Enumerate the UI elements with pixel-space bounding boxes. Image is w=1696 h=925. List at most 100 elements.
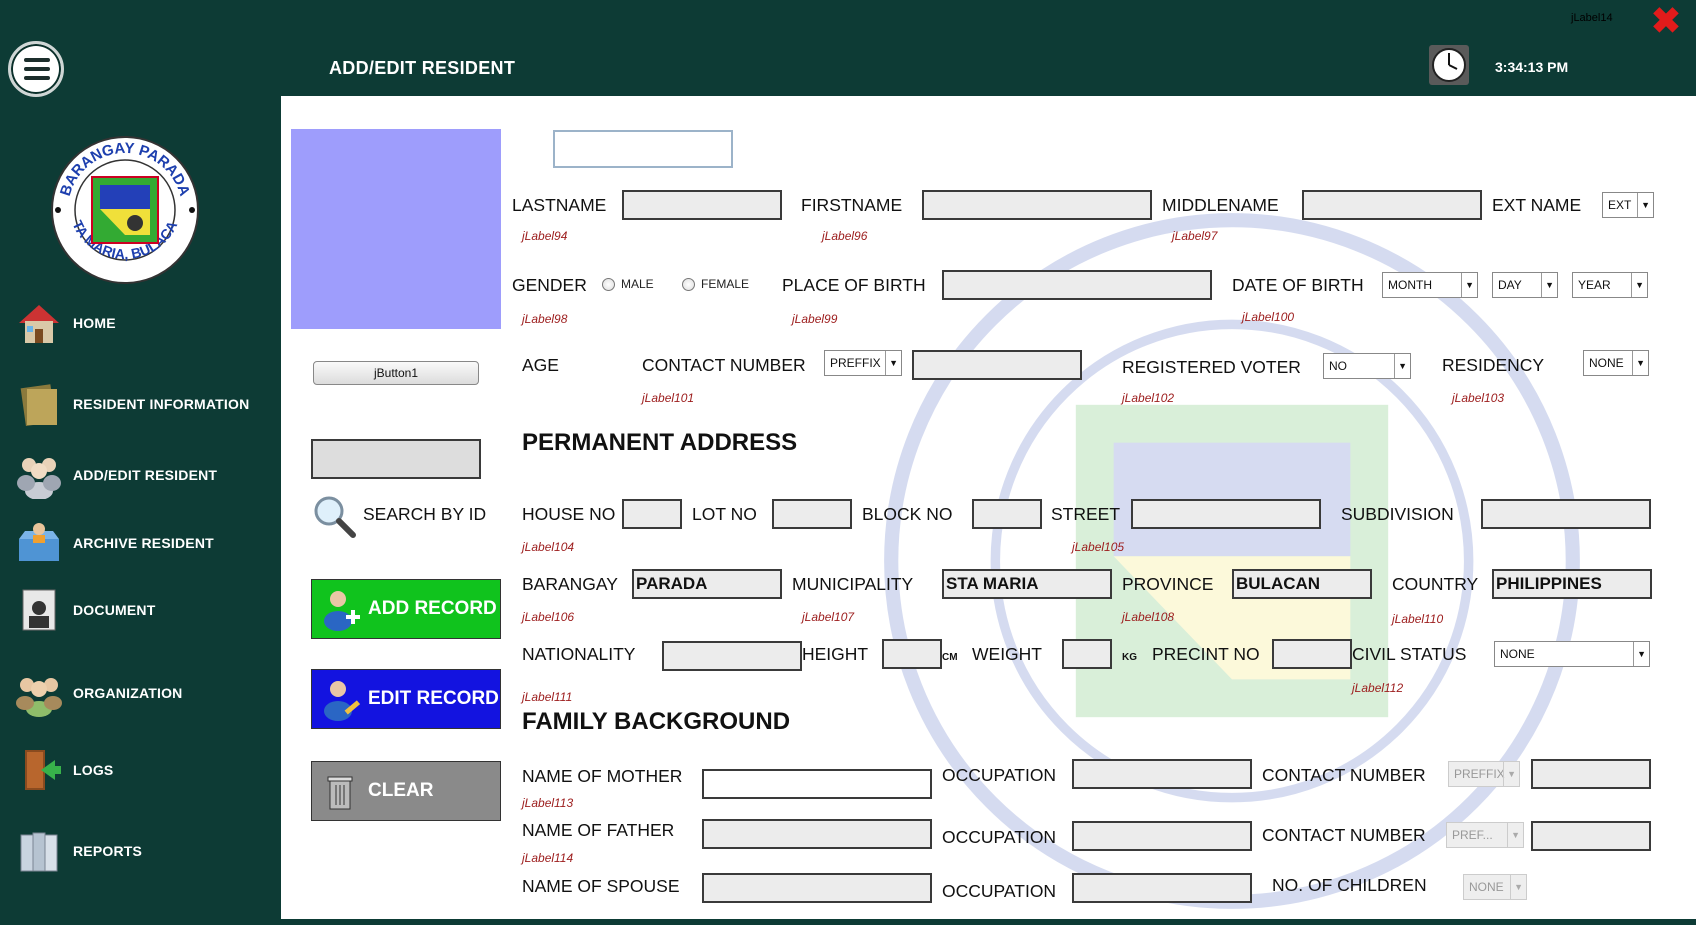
mother-contact-field[interactable]: [1531, 759, 1651, 789]
watermark-logo: [884, 213, 1580, 909]
jlabel108: jLabel108: [1122, 610, 1175, 624]
date-of-birth-label: DATE OF BIRTH: [1232, 275, 1364, 295]
document-icon: [22, 589, 56, 631]
female-radio[interactable]: FEMALE: [682, 277, 749, 291]
kg-unit: KG: [1122, 652, 1137, 663]
jlabel106: jLabel106: [522, 610, 575, 624]
firstname-label: FIRSTNAME: [801, 195, 903, 215]
resident-id-field[interactable]: [553, 130, 733, 168]
spouse-occupation-field[interactable]: [1072, 873, 1252, 903]
nav-add-edit-resident[interactable]: ADD/EDIT RESIDENT: [15, 451, 217, 499]
height-field[interactable]: [882, 639, 942, 669]
province-field[interactable]: BULACAN: [1232, 569, 1372, 599]
spouse-name-label: NAME OF SPOUSE: [522, 876, 680, 896]
search-icon[interactable]: [311, 493, 357, 539]
contact-prefix-select[interactable]: PREFFIX: [824, 350, 902, 376]
contact-number-field[interactable]: [912, 350, 1082, 380]
father-occupation-field[interactable]: [1072, 821, 1252, 851]
nav-label: REPORTS: [73, 843, 143, 859]
jlabel97: jLabel97: [1172, 229, 1218, 243]
mother-occupation-field[interactable]: [1072, 759, 1252, 789]
house-no-field[interactable]: [622, 499, 682, 529]
year-select[interactable]: YEAR: [1572, 272, 1648, 298]
country-field[interactable]: PHILIPPINES: [1492, 569, 1652, 599]
jlabel94: jLabel94: [522, 229, 568, 243]
resident-photo[interactable]: [291, 129, 501, 329]
jlabel102: jLabel102: [1122, 391, 1175, 405]
residency-select[interactable]: NONE: [1583, 350, 1649, 376]
lastname-label: LASTNAME: [512, 195, 607, 215]
ext-name-select[interactable]: EXT: [1602, 192, 1654, 218]
precint-no-field[interactable]: [1272, 639, 1352, 669]
father-prefix-select[interactable]: PREF...: [1446, 822, 1524, 848]
nav-label: ADD/EDIT RESIDENT: [73, 467, 218, 483]
country-label: COUNTRY: [1392, 574, 1479, 594]
block-no-label: BLOCK NO: [862, 504, 953, 524]
home-icon: [19, 305, 59, 343]
mother-prefix-select[interactable]: PREFFIX: [1448, 761, 1520, 787]
civil-status-label: CIVIL STATUS: [1352, 644, 1467, 664]
add-record-button[interactable]: ADD RECORD: [311, 579, 501, 639]
barangay-field[interactable]: PARADA: [632, 569, 782, 599]
no-of-children-select[interactable]: NONE: [1463, 874, 1527, 900]
nav-label: LOGS: [73, 762, 114, 778]
nav-resident-information[interactable]: RESIDENT INFORMATION: [15, 380, 249, 428]
firstname-field[interactable]: [922, 190, 1152, 220]
subdivision-field[interactable]: [1481, 499, 1651, 529]
clear-label: CLEAR: [368, 780, 434, 801]
lot-no-field[interactable]: [772, 499, 852, 529]
day-select[interactable]: DAY: [1492, 272, 1558, 298]
female-label: FEMALE: [701, 277, 750, 291]
civil-status-select[interactable]: NONE: [1494, 641, 1650, 667]
street-field[interactable]: [1131, 499, 1321, 529]
books-icon: [20, 832, 58, 872]
jlabel101: jLabel101: [642, 391, 695, 405]
barangay-logo: BARANGAY PARADA STA MARIA, BULACAN: [50, 135, 199, 284]
nav-archive-resident[interactable]: ARCHIVE RESIDENT: [15, 519, 214, 567]
middlename-field[interactable]: [1302, 190, 1482, 220]
nav-organization[interactable]: ORGANIZATION: [15, 669, 182, 717]
search-id-field[interactable]: [311, 439, 481, 479]
place-of-birth-field[interactable]: [942, 270, 1212, 300]
main-panel: jButton1 SEARCH BY ID ADD RECORD EDIT RE…: [281, 96, 1696, 919]
nav-label: HOME: [73, 315, 116, 331]
nav-home[interactable]: HOME: [15, 299, 116, 347]
radio-circle: [602, 277, 615, 291]
nav-label: ORGANIZATION: [73, 685, 183, 701]
lastname-field[interactable]: [622, 190, 782, 220]
users-icon: [17, 458, 61, 499]
nav-reports[interactable]: REPORTS: [15, 827, 142, 875]
mother-occupation-label: OCCUPATION: [942, 765, 1057, 785]
spouse-name-field[interactable]: [702, 873, 932, 903]
residency-label: RESIDENCY: [1442, 355, 1545, 375]
nav-document[interactable]: DOCUMENT: [15, 586, 155, 634]
jlabel98: jLabel98: [522, 312, 568, 326]
close-icon[interactable]: ✖: [1650, 3, 1682, 39]
block-no-field[interactable]: [972, 499, 1042, 529]
father-contact-field[interactable]: [1531, 821, 1651, 851]
nationality-field[interactable]: [662, 641, 802, 671]
height-label: HEIGHT: [802, 644, 869, 664]
edit-record-button[interactable]: EDIT RECORD: [311, 669, 501, 729]
municipality-field[interactable]: STA MARIA: [942, 569, 1112, 599]
municipality-label: MUNICIPALITY: [792, 574, 914, 594]
male-radio[interactable]: MALE: [602, 277, 654, 291]
nationality-label: NATIONALITY: [522, 644, 636, 664]
father-name-field[interactable]: [702, 819, 932, 849]
mother-name-field[interactable]: [702, 769, 932, 799]
jlabel110: jLabel110: [1392, 612, 1444, 626]
cm-unit: CM: [942, 652, 958, 663]
place-of-birth-label: PLACE OF BIRTH: [782, 275, 926, 295]
add-user-icon: [324, 591, 360, 631]
photo-button[interactable]: jButton1: [313, 361, 479, 385]
nav-label: ARCHIVE RESIDENT: [73, 535, 214, 551]
clear-button[interactable]: CLEAR: [311, 761, 501, 821]
registered-voter-select[interactable]: NO: [1323, 353, 1411, 379]
jlabel114: jLabel114: [522, 851, 574, 865]
family-background-heading: FAMILY BACKGROUND: [522, 708, 791, 735]
archive-icon: [19, 523, 59, 561]
weight-field[interactable]: [1062, 639, 1112, 669]
menu-button[interactable]: [8, 41, 64, 97]
nav-logs[interactable]: LOGS: [15, 746, 113, 794]
month-select[interactable]: MONTH: [1382, 272, 1478, 298]
